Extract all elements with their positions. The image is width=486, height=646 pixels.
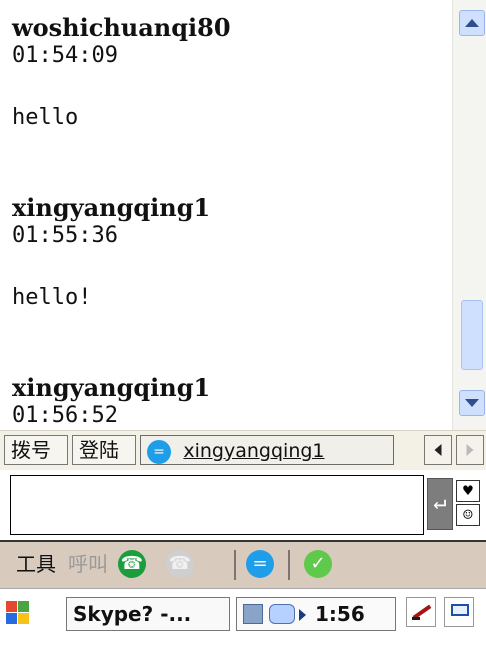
call-button[interactable]: 呼叫 — [68, 552, 108, 576]
chat-button[interactable]: = — [246, 550, 274, 578]
skype-button[interactable]: ✓ — [304, 550, 332, 578]
windows-flag-icon — [18, 613, 29, 624]
heart-button[interactable]: ♥ — [456, 480, 480, 502]
send-button[interactable]: ↵ — [427, 478, 453, 530]
pen-icon[interactable] — [406, 597, 436, 627]
chevron-right-icon — [466, 444, 474, 456]
message-text: hello! — [12, 285, 92, 310]
start-button[interactable] — [6, 601, 30, 625]
scroll-thumb[interactable] — [461, 300, 483, 370]
tab-scroll-left-button[interactable] — [424, 435, 452, 465]
tab-login-label: 登陆 — [79, 438, 119, 462]
clock: 1:56 — [315, 602, 365, 626]
message-item: xingyangqing1 01:55:36 hello! — [12, 194, 210, 312]
message-sender: xingyangqing1 — [12, 373, 211, 402]
chevron-up-icon — [465, 19, 479, 27]
toolbar-divider — [234, 550, 236, 580]
network-icon — [243, 604, 263, 624]
windows-flag-icon — [6, 601, 17, 612]
taskbar-item-skype[interactable]: Skype? -... — [66, 597, 230, 631]
chat-bubble-icon: = — [252, 553, 268, 574]
tab-dial[interactable]: 拨号 — [4, 435, 68, 465]
message-sender: xingyangqing1 — [12, 193, 211, 222]
system-tray[interactable]: 1:56 — [236, 597, 396, 631]
hangup-button[interactable]: ☎ — [166, 550, 194, 578]
scroll-down-button[interactable] — [459, 390, 485, 416]
windows-flag-icon — [6, 613, 17, 624]
tool-bar: 工具 呼叫 ☎ ☎ = ✓ — [0, 540, 486, 588]
smiley-icon: ☺ — [463, 505, 473, 524]
taskbar-item-label: Skype? -... — [73, 602, 192, 626]
message-time: 01:55:36 — [12, 223, 118, 248]
message-item: xingyangqing1 01:56:52 — [12, 374, 210, 430]
scroll-up-button[interactable] — [459, 10, 485, 36]
green-phone-icon: ☎ — [120, 553, 144, 574]
message-item: woshichuanqi80 01:54:09 hello — [12, 14, 231, 132]
window-switch-icon[interactable] — [444, 597, 474, 627]
message-time: 01:54:09 — [12, 43, 118, 68]
heart-icon: ♥ — [463, 481, 473, 500]
chat-bubble-icon: = — [147, 439, 171, 464]
connectivity-icon — [269, 604, 295, 624]
tab-bar: 拨号 登陆 = xingyangqing1 — [0, 430, 486, 470]
message-time: 01:56:52 — [12, 403, 118, 428]
message-input-area: ↵ ♥ ☺ — [0, 470, 486, 540]
chevron-left-icon — [434, 444, 442, 456]
emoticon-button[interactable]: ☺ — [456, 504, 480, 526]
answer-button[interactable]: ☎ — [118, 550, 146, 578]
message-input[interactable] — [10, 475, 424, 535]
hangup-icon: ☎ — [168, 553, 192, 574]
tools-menu[interactable]: 工具 — [16, 552, 56, 576]
chevron-down-icon — [465, 399, 479, 407]
vertical-scrollbar[interactable] — [452, 0, 486, 430]
chat-history[interactable]: woshichuanqi80 01:54:09 hello xingyangqi… — [0, 0, 452, 430]
taskbar: Skype? -... 1:56 — [0, 588, 486, 646]
tab-dial-label: 拨号 — [11, 438, 51, 462]
message-sender: woshichuanqi80 — [12, 13, 231, 42]
toolbar-divider — [288, 550, 290, 580]
tab-scroll-right-button[interactable] — [456, 435, 484, 465]
tray-arrow-icon — [299, 609, 306, 621]
tab-conversation[interactable]: = xingyangqing1 — [140, 435, 394, 465]
enter-icon: ↵ — [433, 490, 447, 515]
skype-icon: ✓ — [310, 553, 326, 574]
message-text: hello — [12, 105, 79, 130]
tab-conversation-label: xingyangqing1 — [183, 440, 325, 462]
windows-flag-icon — [18, 601, 29, 612]
tab-login[interactable]: 登陆 — [72, 435, 136, 465]
